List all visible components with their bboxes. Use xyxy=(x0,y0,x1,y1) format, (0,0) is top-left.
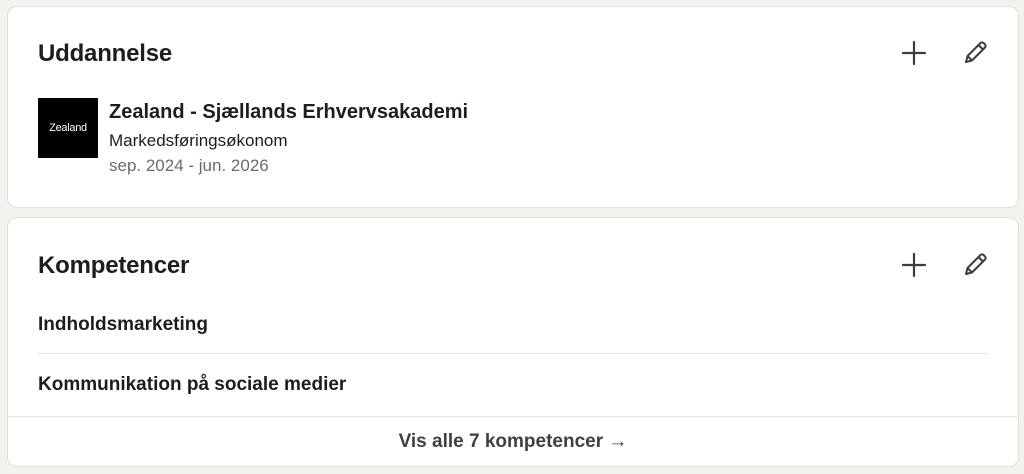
school-logo-text: Zealand xyxy=(49,122,87,134)
plus-icon xyxy=(901,40,927,66)
skill-item[interactable]: Indholdsmarketing xyxy=(38,314,208,336)
pencil-icon xyxy=(965,41,987,63)
show-all-skills-button[interactable]: Vis alle 7 kompetencer → xyxy=(8,417,1018,466)
edit-skills-button[interactable] xyxy=(955,245,995,285)
add-education-button[interactable] xyxy=(894,33,934,73)
school-name[interactable]: Zealand - Sjællands Erhvervsakademi xyxy=(109,101,468,124)
education-section: Uddannelse Zealand Zealand - Sjællands E… xyxy=(7,6,1019,208)
degree-text: Markedsføringsøkonom xyxy=(109,131,288,150)
education-title: Uddannelse xyxy=(38,40,173,67)
add-skill-button[interactable] xyxy=(894,245,934,285)
plus-icon xyxy=(901,252,927,278)
edit-education-button[interactable] xyxy=(955,33,995,73)
skill-divider xyxy=(38,353,988,354)
skill-item[interactable]: Kommunikation på sociale medier xyxy=(38,374,346,396)
skills-title: Kompetencer xyxy=(38,252,190,279)
education-dates: sep. 2024 - jun. 2026 xyxy=(109,156,269,175)
skills-section: Kompetencer Indholdsmarketing Kommunikat… xyxy=(7,217,1019,467)
school-logo[interactable]: Zealand xyxy=(38,98,98,158)
pencil-icon xyxy=(965,253,987,275)
